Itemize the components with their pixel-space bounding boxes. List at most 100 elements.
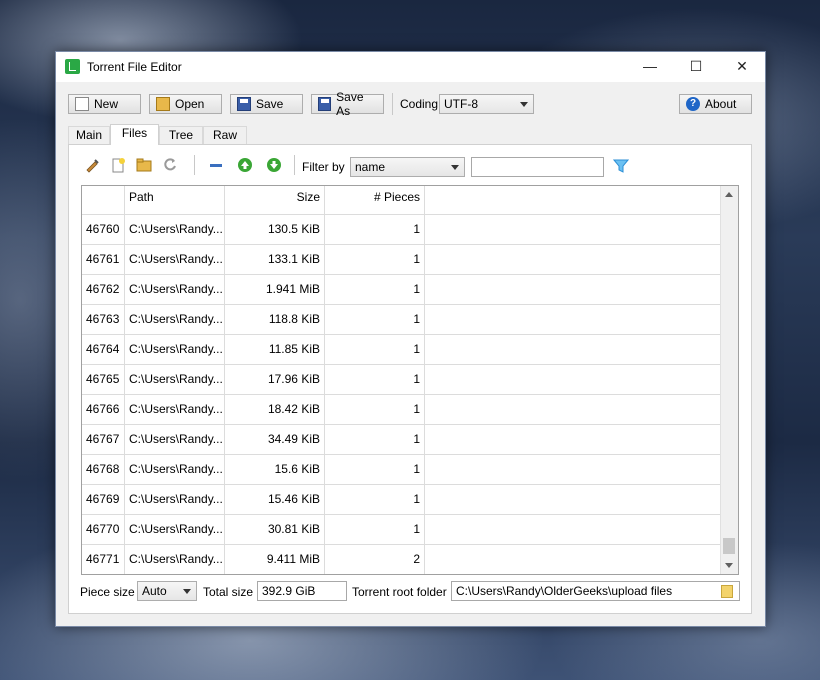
tab-main[interactable]: Main — [68, 126, 110, 144]
coding-value: UTF-8 — [444, 97, 478, 111]
piece-size-value: Auto — [142, 584, 167, 598]
save-icon — [237, 97, 251, 111]
cell-path: C:\Users\Randy... — [125, 394, 225, 424]
cell-index: 46770 — [82, 514, 125, 544]
filter-label: Filter by — [302, 160, 345, 174]
save-as-button[interactable]: Save As — [311, 90, 384, 118]
cell-path: C:\Users\Randy... — [125, 364, 225, 394]
save-button-label: Save — [256, 97, 284, 111]
total-size-field: 392.9 GiB — [257, 581, 347, 601]
filter-input[interactable] — [471, 157, 604, 177]
cell-path: C:\Users\Randy... — [125, 244, 225, 274]
remove-icon[interactable] — [208, 157, 224, 173]
total-size-label: Total size — [203, 585, 254, 599]
chevron-down-icon — [183, 589, 191, 594]
table-row[interactable]: 46764 C:\Users\Randy... 11.85 KiB 1 — [82, 334, 722, 365]
piece-size-label: Piece size — [80, 585, 135, 599]
table-row[interactable]: 46770 C:\Users\Randy... 30.81 KiB 1 — [82, 514, 722, 545]
table-row[interactable]: 46766 C:\Users\Randy... 18.42 KiB 1 — [82, 394, 722, 425]
cell-index: 46771 — [82, 544, 125, 574]
root-folder-value: C:\Users\Randy\OlderGeeks\upload files — [456, 584, 673, 598]
cell-path: C:\Users\Randy... — [125, 424, 225, 454]
cell-size: 30.81 KiB — [225, 514, 325, 544]
cell-path: C:\Users\Randy... — [125, 304, 225, 334]
tab-tree[interactable]: Tree — [159, 126, 203, 144]
about-button[interactable]: ? About — [679, 94, 752, 114]
coding-label: Coding — [400, 97, 439, 111]
cell-pieces: 2 — [325, 544, 425, 574]
column-header-path[interactable]: Path — [125, 186, 225, 214]
filter-by-value: name — [355, 160, 386, 174]
cell-path: C:\Users\Randy... — [125, 214, 225, 244]
filter-by-select[interactable]: name — [350, 157, 465, 177]
edit-icon[interactable] — [84, 157, 100, 173]
folder-open-icon — [156, 97, 170, 111]
cell-pieces: 1 — [325, 274, 425, 304]
cell-size: 18.42 KiB — [225, 394, 325, 424]
cell-size: 11.85 KiB — [225, 334, 325, 364]
tab-raw[interactable]: Raw — [203, 126, 247, 144]
cell-pieces: 1 — [325, 214, 425, 244]
root-folder-field[interactable]: C:\Users\Randy\OlderGeeks\upload files — [451, 581, 740, 601]
add-folder-icon[interactable] — [136, 157, 152, 173]
column-header-pieces[interactable]: # Pieces — [325, 186, 425, 214]
refresh-icon[interactable] — [162, 157, 178, 173]
cell-path: C:\Users\Randy... — [125, 514, 225, 544]
save-button[interactable]: Save — [230, 94, 303, 114]
table-row[interactable]: 46771 C:\Users\Randy... 9.411 MiB 2 — [82, 544, 722, 574]
cell-size: 9.411 MiB — [225, 544, 325, 574]
cell-path: C:\Users\Randy... — [125, 484, 225, 514]
help-icon: ? — [686, 97, 700, 111]
piece-size-select[interactable]: Auto — [137, 581, 197, 601]
open-button[interactable]: Open — [149, 94, 222, 114]
toolbar-separator — [392, 93, 393, 115]
save-as-icon — [318, 97, 332, 111]
table-row[interactable]: 46763 C:\Users\Randy... 118.8 KiB 1 — [82, 304, 722, 335]
column-header-index[interactable] — [82, 186, 125, 214]
add-file-icon[interactable] — [110, 157, 126, 173]
scrollbar-thumb[interactable] — [723, 538, 735, 554]
table-row[interactable]: 46760 C:\Users\Randy... 130.5 KiB 1 — [82, 214, 722, 245]
save-as-button-label: Save As — [336, 90, 364, 118]
minimize-button[interactable]: — — [627, 52, 673, 82]
cell-path: C:\Users\Randy... — [125, 454, 225, 484]
arrow-down-icon[interactable] — [266, 157, 282, 173]
table-row[interactable]: 46765 C:\Users\Randy... 17.96 KiB 1 — [82, 364, 722, 395]
cell-pieces: 1 — [325, 394, 425, 424]
table-row[interactable]: 46761 C:\Users\Randy... 133.1 KiB 1 — [82, 244, 722, 275]
cell-pieces: 1 — [325, 424, 425, 454]
new-button-label: New — [94, 97, 119, 111]
table-row[interactable]: 46768 C:\Users\Randy... 15.6 KiB 1 — [82, 454, 722, 485]
vertical-scrollbar[interactable] — [720, 186, 738, 574]
bottom-bar: Piece size Auto Total size 392.9 GiB Tor… — [80, 579, 751, 607]
folder-icon[interactable] — [721, 585, 733, 598]
tab-files[interactable]: Files — [110, 124, 159, 145]
table-row[interactable]: 46767 C:\Users\Randy... 34.49 KiB 1 — [82, 424, 722, 455]
files-toolbar-separator — [194, 155, 195, 175]
cell-size: 17.96 KiB — [225, 364, 325, 394]
cell-size: 118.8 KiB — [225, 304, 325, 334]
main-window: Torrent File Editor — ☐ ✕ New Open Save … — [55, 51, 766, 627]
arrow-up-icon[interactable] — [237, 157, 253, 173]
cell-path: C:\Users\Randy... — [125, 544, 225, 574]
filter-icon[interactable] — [613, 158, 629, 174]
cell-pieces: 1 — [325, 244, 425, 274]
table-row[interactable]: 46769 C:\Users\Randy... 15.46 KiB 1 — [82, 484, 722, 515]
cell-pieces: 1 — [325, 304, 425, 334]
app-icon — [65, 59, 80, 74]
maximize-button[interactable]: ☐ — [673, 52, 719, 82]
column-header-size[interactable]: Size — [225, 186, 325, 214]
coding-select[interactable]: UTF-8 — [439, 94, 534, 114]
chevron-down-icon — [451, 165, 459, 170]
cell-size: 15.46 KiB — [225, 484, 325, 514]
close-button[interactable]: ✕ — [719, 52, 765, 82]
new-button[interactable]: New — [68, 94, 141, 114]
cell-path: C:\Users\Randy... — [125, 274, 225, 304]
table-row[interactable]: 46762 C:\Users\Randy... 1.941 MiB 1 — [82, 274, 722, 305]
scroll-up-arrow-icon[interactable] — [725, 192, 733, 197]
cell-index: 46766 — [82, 394, 125, 424]
title-bar[interactable]: Torrent File Editor — ☐ ✕ — [56, 52, 765, 82]
cell-index: 46760 — [82, 214, 125, 244]
table-header: Path Size # Pieces — [82, 186, 722, 215]
scroll-down-arrow-icon[interactable] — [725, 563, 733, 568]
